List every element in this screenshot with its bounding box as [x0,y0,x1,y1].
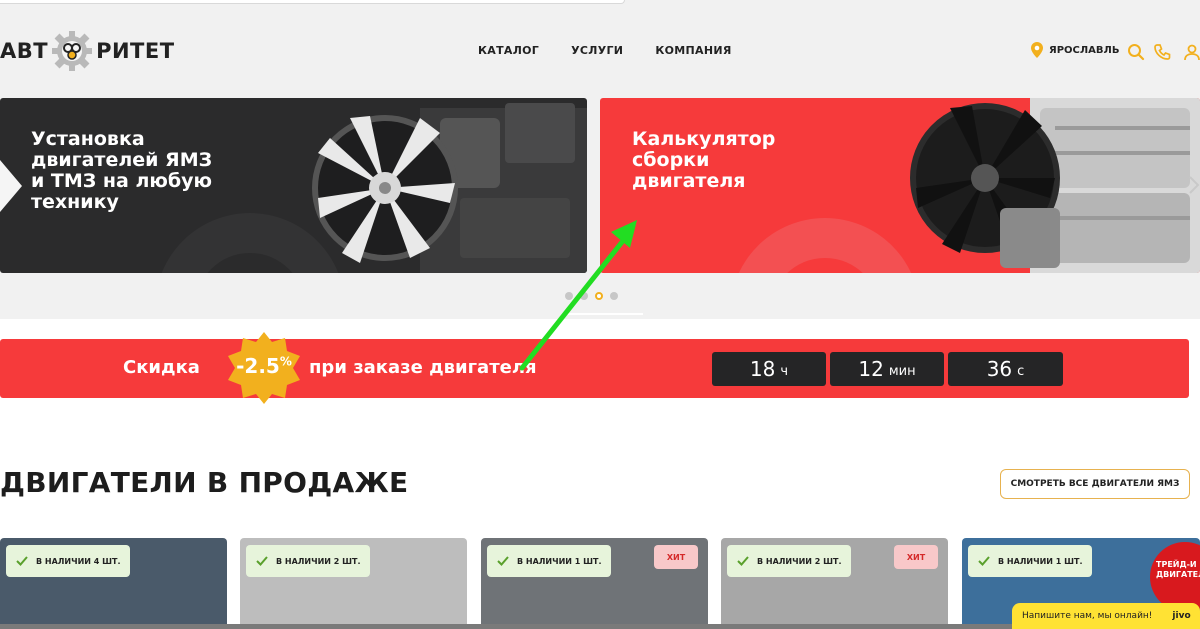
chat-widget[interactable]: Напишите нам, мы онлайн! jivo [1012,603,1200,629]
slide-engine-install[interactable]: Установка двигателей ЯМЗ и ТМЗ на любую … [0,98,587,273]
check-icon [737,556,749,566]
carousel-dot[interactable] [610,292,618,300]
carousel-progress [565,313,643,315]
timer-minutes: 12 мин [830,352,944,386]
engine-card[interactable]: В НАЛИЧИИ 2 ШТ. ХИТ [721,538,948,629]
slide-engine-calculator[interactable]: Калькулятор сборки двигателя [600,98,1200,273]
see-all-engines-button[interactable]: СМОТРЕТЬ ВСЕ ДВИГАТЕЛИ ЯМЗ [1000,469,1190,499]
engine-card[interactable]: В НАЛИЧИИ 4 ШТ. [0,538,227,629]
gear-logo-icon [52,31,93,71]
jivo-logo: jivo [1172,611,1191,621]
phone-icon[interactable] [1153,43,1171,61]
promo-text-before: Скидка [123,357,200,378]
stock-badge: В НАЛИЧИИ 2 ШТ. [727,545,852,577]
slider-prev-arrow[interactable] [0,160,24,212]
nav-services[interactable]: УСЛУГИ [571,44,623,57]
user-icon[interactable] [1183,43,1200,61]
stock-badge: В НАЛИЧИИ 1 ШТ. [968,545,1093,577]
top-strip [0,0,625,4]
discount-badge-text: -2.5% [236,354,292,378]
search-icon[interactable] [1127,43,1145,61]
timer-hours: 18 ч [712,352,826,386]
city-label: ЯРОСЛАВЛЬ [1049,44,1120,56]
check-icon [978,556,990,566]
carousel-dot[interactable] [580,292,588,300]
carousel-dot-active[interactable] [595,292,603,300]
check-icon [256,556,268,566]
promo-text-after: при заказе двигателя [309,357,537,378]
check-icon [16,556,28,566]
engine-card[interactable]: В НАЛИЧИИ 2 ШТ. [240,538,467,629]
location-pin-icon [1031,42,1043,58]
hit-badge: ХИТ [894,545,938,569]
carousel-dot[interactable] [565,292,573,300]
stock-badge: В НАЛИЧИИ 2 ШТ. [246,545,371,577]
stock-badge: В НАЛИЧИИ 1 ШТ. [487,545,612,577]
main-nav: КАТАЛОГ УСЛУГИ КОМПАНИЯ [478,44,732,57]
chat-widget-text: Напишите нам, мы онлайн! [1022,611,1153,621]
logo-text-left: АВТ [0,39,49,63]
nav-catalog[interactable]: КАТАЛОГ [478,44,539,57]
section-title: ДВИГАТЕЛИ В ПРОДАЖЕ [0,466,409,499]
check-icon [497,556,509,566]
nav-company[interactable]: КОМПАНИЯ [655,44,731,57]
bottom-scrollbar [0,624,1012,629]
slide-2-title: Калькулятор сборки двигателя [632,128,776,192]
slider-next-arrow[interactable] [1188,175,1200,195]
timer-seconds: 36 с [948,352,1063,386]
city-selector[interactable]: ЯРОСЛАВЛЬ [1031,42,1119,58]
carousel-dots [565,292,618,300]
slide-1-title: Установка двигателей ЯМЗ и ТМЗ на любую … [31,128,213,213]
engine-card[interactable]: В НАЛИЧИИ 1 ШТ. ХИТ [481,538,708,629]
logo-text-right: РИТЕТ [96,39,175,63]
stock-badge: В НАЛИЧИИ 4 ШТ. [6,545,131,577]
logo[interactable]: АВТ РИТЕТ [0,26,175,76]
hit-badge: ХИТ [654,545,698,569]
